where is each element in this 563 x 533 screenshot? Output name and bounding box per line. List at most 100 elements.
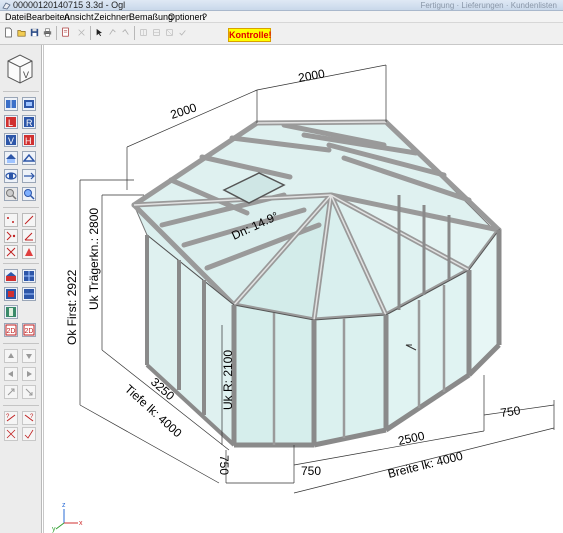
zoom-out-button[interactable] — [4, 187, 18, 201]
magnifier-icon — [6, 189, 17, 200]
roof-tool-button[interactable] — [4, 151, 18, 165]
measure-icon: ? — [6, 414, 16, 422]
angle-tool-button[interactable] — [22, 229, 36, 243]
page-icon[interactable] — [60, 26, 71, 39]
svg-text:R: R — [26, 118, 33, 128]
svg-text:?: ? — [30, 414, 34, 420]
rotate-right-icon[interactable] — [120, 26, 131, 39]
svg-text:2D: 2D — [7, 328, 16, 335]
profile-c-icon — [6, 307, 16, 317]
cross-tool-button[interactable] — [4, 245, 18, 259]
axis-z-label: z — [62, 502, 66, 509]
nudge-a-button[interactable] — [4, 385, 18, 399]
palette-separator — [3, 263, 39, 264]
grid-a-icon[interactable] — [138, 26, 149, 39]
measure-b-button[interactable]: ? — [22, 411, 36, 425]
left-element-button[interactable]: L — [4, 115, 18, 129]
dim-bottom-750-left: 750 — [301, 464, 321, 478]
vertical-element-icon: V — [6, 135, 16, 146]
dim-uk-r: Uk R: 2100 — [221, 350, 235, 410]
point-tool-button[interactable] — [4, 213, 18, 227]
zoom-in-button[interactable] — [22, 187, 36, 201]
profile-a-button[interactable] — [4, 287, 18, 301]
open-icon[interactable] — [16, 26, 27, 39]
wall-tool-button[interactable] — [4, 97, 18, 111]
save-icon[interactable] — [29, 26, 40, 39]
nudge-down-button[interactable] — [22, 349, 36, 363]
view-2d-b-button[interactable]: 2D — [22, 323, 36, 337]
grid-b-icon[interactable] — [151, 26, 162, 39]
nudge-left-button[interactable] — [4, 367, 18, 381]
view-cube-label: V — [23, 70, 29, 80]
facade-right-button[interactable] — [22, 269, 36, 283]
arrow-right-icon — [27, 371, 32, 377]
gable-tool-button[interactable] — [22, 151, 36, 165]
palette-separator — [3, 343, 39, 344]
check-icon[interactable] — [177, 26, 188, 39]
dim-breite: Breite lk: 4000 — [386, 449, 464, 481]
horizontal-element-button[interactable]: H — [22, 133, 36, 147]
menu-help[interactable]: ? — [200, 11, 209, 23]
rotate-view-icon — [5, 172, 17, 180]
measure-check-icon — [24, 429, 34, 439]
dim-top-length-b: 2000 — [297, 66, 326, 84]
grid-c-icon[interactable] — [164, 26, 175, 39]
profile-b-icon — [24, 289, 34, 299]
nudge-b-button[interactable] — [22, 385, 36, 399]
line-icon — [24, 215, 34, 225]
axis-indicator: z x y — [52, 502, 83, 533]
dim-uk-traeger: Uk Trägerkn.: 2800 — [87, 208, 101, 310]
select-icon[interactable] — [94, 26, 105, 39]
horizontal-element-icon: H — [24, 135, 34, 146]
toolbar-separator — [56, 26, 57, 40]
view-cube-icon[interactable]: V — [4, 51, 36, 85]
print-icon[interactable] — [42, 26, 53, 39]
profile-b-button[interactable] — [22, 287, 36, 301]
rotate-view-button[interactable] — [4, 169, 18, 183]
toolbar-separator — [134, 26, 135, 40]
axis-x-label: x — [79, 520, 83, 527]
points-icon — [7, 217, 14, 223]
toolbar: Kontrolle! — [0, 23, 563, 45]
window-title-extra: Fertigung · Lieferungen · Kundenlisten — [420, 1, 557, 10]
tool-palette: V L R V H 2D 2D ? ? — [0, 45, 42, 533]
window-tool-button[interactable] — [22, 97, 36, 111]
nudge-up-button[interactable] — [4, 349, 18, 363]
palette-separator — [3, 207, 39, 208]
nudge-right-button[interactable] — [22, 367, 36, 381]
dim-bottom-2500: 2500 — [397, 429, 426, 448]
right-element-button[interactable]: R — [22, 115, 36, 129]
view-2d-a-button[interactable]: 2D — [4, 323, 18, 337]
rotate-left-icon[interactable] — [107, 26, 118, 39]
facade-left-button[interactable] — [4, 269, 18, 283]
svg-text:H: H — [25, 136, 32, 146]
drawing-canvas[interactable]: 2000 2000 Ok First: 2922 Uk Trägerkn.: 2… — [43, 45, 563, 533]
new-icon[interactable] — [3, 26, 14, 39]
delete-icon[interactable] — [76, 26, 87, 39]
measure-a-button[interactable]: ? — [4, 411, 18, 425]
view-2d-icon: 2D — [5, 324, 17, 336]
right-element-icon: R — [24, 117, 34, 128]
measure-alt-icon: ? — [24, 414, 34, 422]
line-tool-button[interactable] — [22, 213, 36, 227]
roof-icon — [6, 154, 16, 163]
snap-tool-button[interactable] — [4, 229, 18, 243]
dim-ok-first: Ok First: 2922 — [65, 269, 79, 345]
kontrolle-button[interactable]: Kontrolle! — [228, 28, 272, 42]
toolbar-separator — [90, 26, 91, 40]
menu-ansicht[interactable]: Ansicht — [62, 11, 96, 23]
menu-bar: Datei Bearbeiten Ansicht Zeichnen Bemaßu… — [0, 11, 563, 23]
measure-c-button[interactable] — [4, 427, 18, 441]
profile-c-button[interactable] — [4, 305, 18, 319]
arrow-down-icon — [26, 354, 32, 359]
measure-d-button[interactable] — [22, 427, 36, 441]
arrow-tool-button[interactable] — [22, 245, 36, 259]
profile-a-icon — [6, 289, 16, 299]
dim-side-750: 750 — [217, 455, 231, 475]
move-view-button[interactable] — [22, 169, 36, 183]
move-arrows-icon — [24, 172, 35, 180]
vertical-element-button[interactable]: V — [4, 133, 18, 147]
view-2d-alt-icon: 2D — [23, 324, 35, 336]
dim-bottom-750-right: 750 — [499, 403, 521, 420]
measure-cross-icon — [6, 429, 16, 439]
